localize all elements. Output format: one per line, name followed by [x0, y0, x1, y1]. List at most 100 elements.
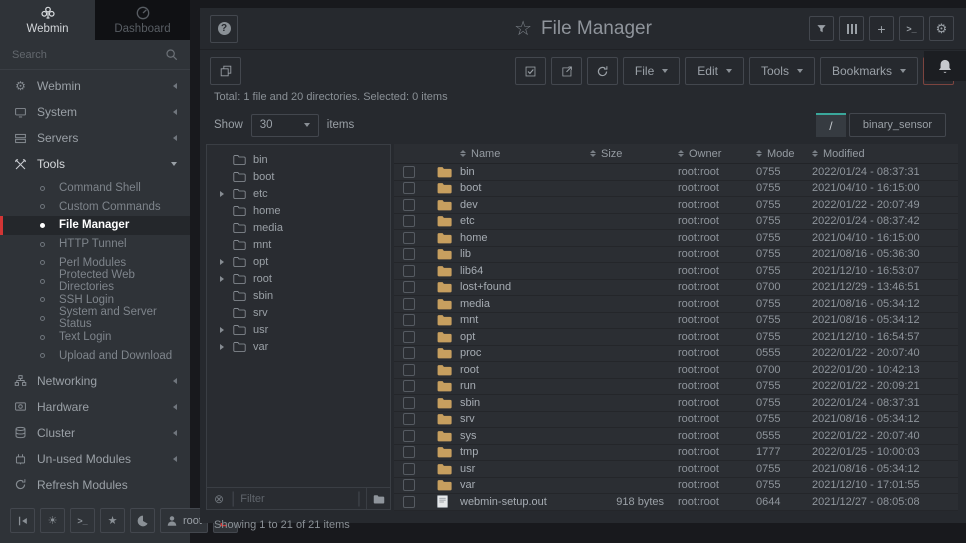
- row-checkbox[interactable]: [403, 166, 415, 178]
- row-checkbox[interactable]: [403, 397, 415, 409]
- file-name[interactable]: srv: [460, 413, 568, 425]
- file-name[interactable]: usr: [460, 463, 568, 475]
- tree-item[interactable]: root: [207, 270, 390, 287]
- file-name[interactable]: sys: [460, 430, 568, 442]
- filter-button[interactable]: [809, 16, 834, 41]
- table-row[interactable]: run root:root 0755 2022/01/22 - 20:09:21: [394, 379, 958, 396]
- table-row[interactable]: lib64 root:root 0755 2021/12/10 - 16:53:…: [394, 263, 958, 280]
- table-row[interactable]: srv root:root 0755 2021/08/16 - 05:34:12: [394, 412, 958, 429]
- row-checkbox[interactable]: [403, 314, 415, 326]
- breadcrumb-root-button[interactable]: /: [816, 113, 846, 137]
- column-header-modified[interactable]: Modified: [812, 148, 958, 160]
- expand-arrow-icon[interactable]: [220, 344, 224, 350]
- file-name[interactable]: var: [460, 479, 568, 491]
- tree-item[interactable]: usr: [207, 321, 390, 338]
- tree-folder-button[interactable]: [366, 488, 390, 509]
- sidebar-item-webmin[interactable]: ⚙ Webmin: [0, 73, 190, 99]
- file-name[interactable]: home: [460, 232, 568, 244]
- add-button[interactable]: +: [869, 16, 894, 41]
- row-checkbox[interactable]: [403, 199, 415, 211]
- row-checkbox[interactable]: [403, 248, 415, 260]
- tree-item[interactable]: var: [207, 338, 390, 355]
- settings-button[interactable]: ⚙: [929, 16, 954, 41]
- tools-menu-button[interactable]: Tools: [749, 57, 815, 85]
- row-checkbox[interactable]: [403, 331, 415, 343]
- export-button[interactable]: [551, 57, 582, 85]
- file-name[interactable]: root: [460, 364, 568, 376]
- table-row[interactable]: bin root:root 0755 2022/01/24 - 08:37:31: [394, 164, 958, 181]
- file-name[interactable]: webmin-setup.out: [460, 496, 568, 508]
- row-checkbox[interactable]: [403, 463, 415, 475]
- row-checkbox[interactable]: [403, 265, 415, 277]
- table-row[interactable]: opt root:root 0755 2021/12/10 - 16:54:57: [394, 329, 958, 346]
- notifications-tab[interactable]: [924, 51, 966, 81]
- theme-palette-button[interactable]: [130, 508, 155, 533]
- file-menu-button[interactable]: File: [623, 57, 680, 85]
- table-row[interactable]: lost+found root:root 0700 2021/12/29 - 1…: [394, 280, 958, 297]
- column-header-size[interactable]: Size: [568, 148, 678, 160]
- table-row[interactable]: proc root:root 0555 2022/01/22 - 20:07:4…: [394, 346, 958, 363]
- tree-filter-input[interactable]: [240, 493, 350, 505]
- help-button[interactable]: ?: [210, 15, 238, 43]
- table-row[interactable]: lib root:root 0755 2021/08/16 - 05:36:30: [394, 247, 958, 264]
- submenu-item[interactable]: Command Shell: [0, 179, 190, 198]
- items-per-page-select[interactable]: 30: [251, 114, 319, 137]
- refresh-button[interactable]: [587, 57, 618, 85]
- row-checkbox[interactable]: [403, 232, 415, 244]
- file-name[interactable]: proc: [460, 347, 568, 359]
- favorites-button[interactable]: ★: [100, 508, 125, 533]
- shell-button[interactable]: >_: [899, 16, 924, 41]
- tree-item[interactable]: sbin: [207, 287, 390, 304]
- search-input[interactable]: [12, 49, 165, 61]
- row-checkbox[interactable]: [403, 496, 415, 508]
- row-checkbox[interactable]: [403, 446, 415, 458]
- expand-arrow-icon[interactable]: [220, 276, 224, 282]
- tree-item[interactable]: opt: [207, 253, 390, 270]
- tree-item[interactable]: bin: [207, 151, 390, 168]
- path-search-box[interactable]: binary_sensor: [849, 113, 946, 137]
- table-row[interactable]: boot root:root 0755 2021/04/10 - 16:15:0…: [394, 181, 958, 198]
- table-row[interactable]: media root:root 0755 2021/08/16 - 05:34:…: [394, 296, 958, 313]
- table-row[interactable]: usr root:root 0755 2021/08/16 - 05:34:12: [394, 461, 958, 478]
- tree-item[interactable]: media: [207, 219, 390, 236]
- sidebar-item-refresh-modules[interactable]: Refresh Modules: [0, 472, 190, 498]
- sidebar-item-tools[interactable]: Tools: [0, 151, 190, 177]
- table-row[interactable]: etc root:root 0755 2022/01/24 - 08:37:42: [394, 214, 958, 231]
- table-row[interactable]: webmin-setup.out 918 bytes root:root 064…: [394, 494, 958, 511]
- column-header-owner[interactable]: Owner: [678, 148, 756, 160]
- column-header-name[interactable]: Name: [460, 148, 568, 160]
- row-checkbox[interactable]: [403, 215, 415, 227]
- tree-item[interactable]: etc: [207, 185, 390, 202]
- row-checkbox[interactable]: [403, 182, 415, 194]
- row-checkbox[interactable]: [403, 380, 415, 392]
- table-row[interactable]: home root:root 0755 2021/04/10 - 16:15:0…: [394, 230, 958, 247]
- row-checkbox[interactable]: [403, 281, 415, 293]
- bookmarks-menu-button[interactable]: Bookmarks: [820, 57, 918, 85]
- tree-item[interactable]: boot: [207, 168, 390, 185]
- row-checkbox[interactable]: [403, 347, 415, 359]
- file-name[interactable]: mnt: [460, 314, 568, 326]
- submenu-item[interactable]: File Manager: [0, 216, 190, 235]
- file-name[interactable]: sbin: [460, 397, 568, 409]
- file-name[interactable]: lib: [460, 248, 568, 260]
- tree-item[interactable]: home: [207, 202, 390, 219]
- table-row[interactable]: sbin root:root 0755 2022/01/24 - 08:37:3…: [394, 395, 958, 412]
- tab-dashboard[interactable]: Dashboard: [95, 0, 190, 40]
- submenu-item[interactable]: HTTP Tunnel: [0, 235, 190, 254]
- submenu-item[interactable]: Custom Commands: [0, 198, 190, 217]
- sidebar-item-networking[interactable]: Networking: [0, 368, 190, 394]
- collapse-sidebar-button[interactable]: [10, 508, 35, 533]
- sidebar-item-servers[interactable]: Servers: [0, 125, 190, 151]
- sidebar-item-unused-modules[interactable]: Un-used Modules: [0, 446, 190, 472]
- table-row[interactable]: tmp root:root 1777 2022/01/25 - 10:00:03: [394, 445, 958, 462]
- row-checkbox[interactable]: [403, 430, 415, 442]
- clear-filter-icon[interactable]: ⊗: [214, 492, 224, 506]
- theme-toggle-button[interactable]: ☀: [40, 508, 65, 533]
- columns-button[interactable]: [839, 16, 864, 41]
- file-name[interactable]: boot: [460, 182, 568, 194]
- sidebar-item-hardware[interactable]: Hardware: [0, 394, 190, 420]
- table-row[interactable]: dev root:root 0755 2022/01/22 - 20:07:49: [394, 197, 958, 214]
- terminal-button[interactable]: >_: [70, 508, 95, 533]
- table-row[interactable]: root root:root 0700 2022/01/20 - 10:42:1…: [394, 362, 958, 379]
- row-checkbox[interactable]: [403, 364, 415, 376]
